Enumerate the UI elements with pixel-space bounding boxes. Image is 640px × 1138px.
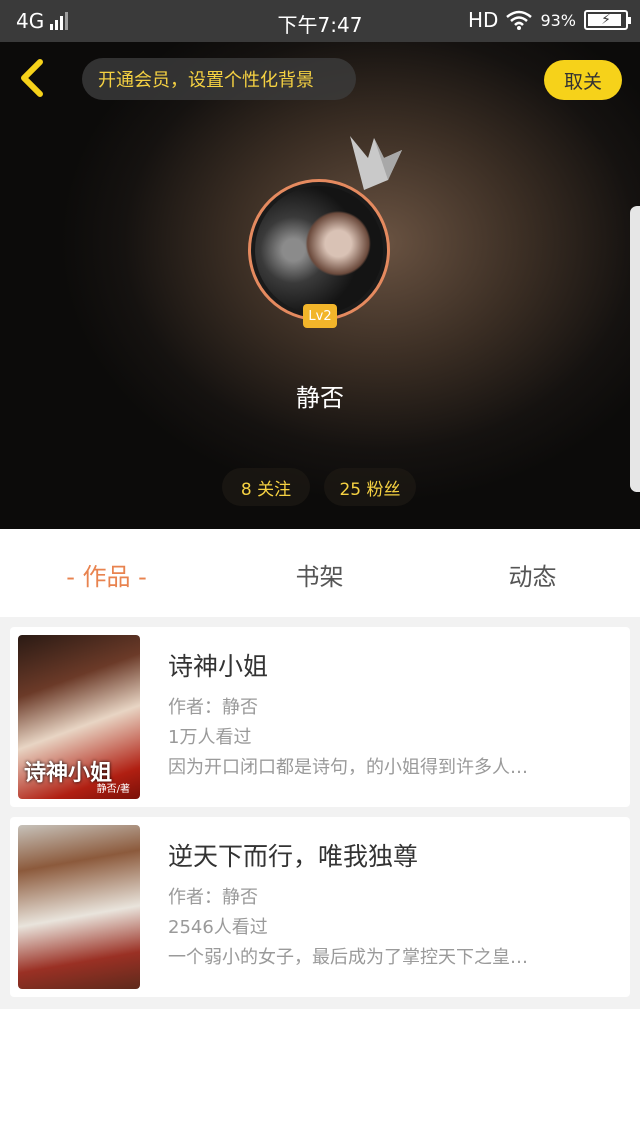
crown-icon (350, 136, 402, 190)
following-count[interactable]: 8 关注 (222, 468, 310, 506)
avatar[interactable] (248, 179, 390, 321)
status-right: HD 93% ⚡ (467, 8, 631, 32)
book-summary: 因为开口闭口都是诗句，的小姐得到许多人… (168, 757, 528, 778)
vip-banner[interactable]: 开通会员，设置个性化背景 (82, 58, 356, 100)
book-list: 诗神小姐 静否/著 诗神小姐 作者：静否 1万人看过 因为开口闭口都是诗句，的小… (0, 617, 640, 1009)
book-info: 逆天下而行，唯我独尊 作者：静否 2546人看过 一个弱小的女子，最后成为了掌控… (168, 837, 613, 973)
fans-count[interactable]: 25 粉丝 (324, 468, 416, 506)
profile-header: 开通会员，设置个性化背景 取关 Lv2 静否 8 关注 25 粉丝 (0, 42, 640, 529)
tab-activity[interactable]: 动态 (426, 557, 639, 592)
profile-tabs: - 作品 - 书架 动态 (0, 529, 640, 617)
tab-works[interactable]: - 作品 - (0, 557, 213, 592)
status-bar: 4G 下午7:47 HD 93% ⚡ (0, 0, 640, 42)
book-title: 逆天下而行，唯我独尊 (168, 842, 419, 871)
book-info: 诗神小姐 作者：静否 1万人看过 因为开口闭口都是诗句，的小姐得到许多人… (168, 647, 613, 783)
battery-percent: 93% (540, 10, 576, 30)
book-card[interactable]: 诗神小姐 静否/著 诗神小姐 作者：静否 1万人看过 因为开口闭口都是诗句，的小… (10, 627, 630, 807)
book-views: 2546人看过 (168, 917, 268, 938)
hd-label: HD (467, 8, 499, 32)
edge-handle[interactable] (630, 206, 640, 492)
book-cover (18, 825, 140, 989)
back-icon[interactable] (14, 56, 54, 100)
avatar-image (255, 186, 383, 314)
book-author: 作者：静否 (168, 697, 258, 718)
wifi-icon (506, 10, 533, 30)
cover-author: 静否/著 (96, 784, 130, 795)
book-views: 1万人看过 (168, 727, 252, 748)
book-author: 作者：静否 (168, 887, 258, 908)
level-badge: Lv2 (303, 304, 337, 328)
book-title: 诗神小姐 (168, 652, 269, 681)
book-card[interactable]: 逆天下而行，唯我独尊 作者：静否 2546人看过 一个弱小的女子，最后成为了掌控… (10, 817, 630, 997)
battery-icon: ⚡ (584, 10, 631, 30)
tab-bookshelf[interactable]: 书架 (213, 557, 426, 592)
username: 静否 (296, 384, 344, 412)
book-cover: 诗神小姐 静否/著 (18, 635, 140, 799)
empty-area (0, 1009, 640, 1138)
unfollow-button[interactable]: 取关 (544, 60, 622, 100)
book-summary: 一个弱小的女子，最后成为了掌控天下之皇… (168, 947, 528, 968)
